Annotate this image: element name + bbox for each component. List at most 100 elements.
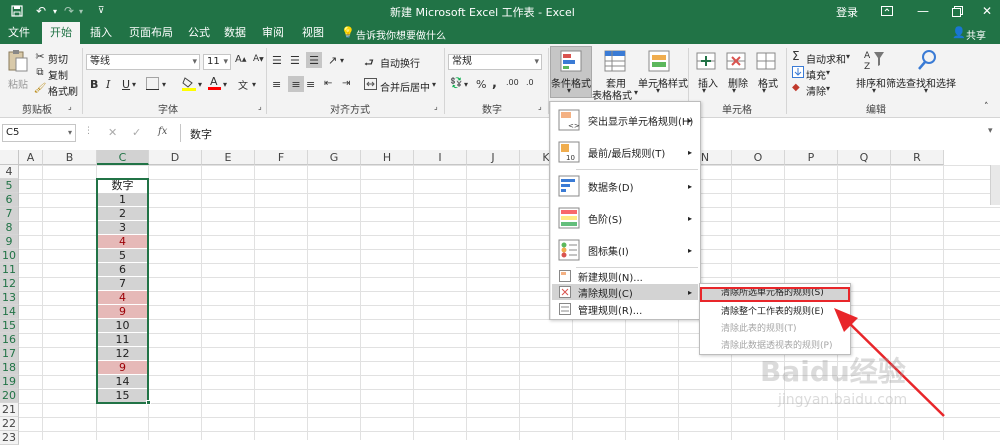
column-header-o[interactable]: O	[732, 150, 785, 165]
font-name-combo[interactable]: 等线	[86, 54, 200, 70]
customize-qat-icon[interactable]: ⊽	[92, 2, 110, 20]
confirm-entry-icon[interactable]: ✓	[132, 126, 141, 139]
row-header-17[interactable]: 17	[0, 347, 19, 361]
sort-filter-icon[interactable]: AZ	[864, 48, 886, 72]
sort-filter-button[interactable]: 排序和筛选	[856, 75, 906, 90]
borders-dropdown-icon[interactable]: ▾	[162, 80, 166, 89]
format-cells-icon[interactable]	[756, 50, 776, 72]
row-header-6[interactable]: 6	[0, 193, 19, 207]
row-header-7[interactable]: 7	[0, 207, 19, 221]
font-color-dropdown-icon[interactable]: ▾	[223, 80, 227, 89]
column-header-h[interactable]: H	[361, 150, 414, 165]
column-header-b[interactable]: B	[43, 150, 97, 165]
number-launcher-icon[interactable]: ⌟	[538, 102, 542, 111]
orientation-icon[interactable]: ↗	[328, 54, 337, 67]
top-align-icon[interactable]: ☰	[272, 54, 282, 67]
find-select-icon[interactable]	[916, 48, 938, 72]
row-header-18[interactable]: 18	[0, 361, 19, 375]
row-header-4[interactable]: 4	[0, 165, 19, 179]
insert-cells-icon[interactable]	[696, 50, 716, 72]
ribbon-display-icon[interactable]	[878, 2, 896, 20]
increase-indent-icon[interactable]: ⇥	[342, 78, 350, 89]
font-color-icon[interactable]: A	[208, 75, 221, 90]
align-right-icon[interactable]: ≡	[306, 78, 315, 91]
fill-color-dropdown-icon[interactable]: ▾	[198, 80, 202, 89]
find-select-dropdown-icon[interactable]: ▾	[924, 86, 928, 95]
phonetic-guide-icon[interactable]: 文	[238, 77, 248, 92]
column-header-g[interactable]: G	[308, 150, 361, 165]
format-as-table-label-2[interactable]: 表格格式	[592, 87, 632, 102]
insert-cells-button[interactable]: 插入	[698, 75, 718, 90]
tab-insert[interactable]: 插入	[84, 22, 118, 44]
select-all-corner[interactable]	[0, 150, 19, 165]
format-cells-button[interactable]: 格式	[758, 75, 778, 90]
clear-button[interactable]: 清除	[806, 83, 826, 98]
tab-home[interactable]: 开始	[42, 22, 80, 44]
column-header-r[interactable]: R	[891, 150, 944, 165]
tab-page-layout[interactable]: 页面布局	[124, 22, 178, 44]
fill-dropdown-icon[interactable]: ▾	[826, 68, 830, 77]
delete-cells-icon[interactable]	[726, 50, 746, 72]
menu-item-manage-rules[interactable]: 管理规则(R)...	[552, 301, 698, 317]
column-header-c[interactable]: C	[97, 150, 149, 165]
column-header-j[interactable]: J	[467, 150, 520, 165]
bold-button[interactable]: B	[90, 78, 98, 91]
row-header-5[interactable]: 5	[0, 179, 19, 193]
save-icon[interactable]	[8, 2, 26, 20]
format-as-table-icon[interactable]	[604, 50, 626, 72]
column-header-f[interactable]: F	[255, 150, 308, 165]
minimize-icon[interactable]: —	[914, 2, 932, 20]
merge-center-button[interactable]: 合并后居中	[380, 79, 430, 94]
wrap-text-button[interactable]: 自动换行	[380, 55, 420, 70]
align-center-icon[interactable]: ≡	[288, 76, 304, 92]
column-header-i[interactable]: I	[414, 150, 467, 165]
grow-font-icon[interactable]: A ▲	[235, 54, 246, 65]
formula-input[interactable]: 数字	[190, 126, 212, 142]
row-header-8[interactable]: 8	[0, 221, 19, 235]
alignment-launcher-icon[interactable]: ⌟	[434, 102, 438, 111]
paste-icon[interactable]	[6, 48, 30, 74]
insert-function-icon[interactable]: fx	[158, 126, 167, 137]
middle-align-icon[interactable]: ☰	[290, 54, 300, 67]
fill-handle[interactable]	[146, 400, 151, 405]
fill-color-icon[interactable]	[182, 76, 196, 91]
autosum-dropdown-icon[interactable]: ▾	[846, 52, 850, 61]
tab-review[interactable]: 审阅	[256, 22, 290, 44]
share-button[interactable]: 共享	[966, 27, 986, 42]
cell-styles-icon[interactable]	[648, 50, 670, 72]
restore-icon[interactable]	[948, 2, 966, 20]
shrink-font-icon[interactable]: A ▼	[253, 54, 264, 64]
decrease-decimal-icon[interactable]: .0	[526, 78, 534, 87]
column-header-d[interactable]: D	[149, 150, 202, 165]
column-header-q[interactable]: Q	[838, 150, 891, 165]
row-header-15[interactable]: 15	[0, 319, 19, 333]
expand-formula-icon[interactable]: ▾	[988, 126, 993, 136]
row-header-21[interactable]: 21	[0, 403, 19, 417]
cell-styles-dropdown-icon[interactable]: ▾	[656, 86, 660, 95]
column-header-p[interactable]: P	[785, 150, 838, 165]
format-painter-button[interactable]: 格式刷	[48, 83, 78, 98]
font-launcher-icon[interactable]: ⌟	[258, 102, 262, 111]
fill-button[interactable]: 填充	[806, 67, 826, 82]
menu-item-top-bottom-rules[interactable]: 10 最前/最后规则(T) ▸	[552, 136, 698, 168]
phonetic-dropdown-icon[interactable]: ▾	[252, 80, 256, 89]
name-box-dropdown-icon[interactable]: ▾	[68, 125, 72, 141]
menu-item-clear-rules[interactable]: 清除规则(C) ▸	[552, 284, 698, 300]
vertical-scrollbar[interactable]	[990, 165, 1000, 205]
menu-item-icon-sets[interactable]: 图标集(I) ▸	[552, 234, 698, 266]
tab-formulas[interactable]: 公式	[182, 22, 216, 44]
row-header-22[interactable]: 22	[0, 417, 19, 431]
autosum-button[interactable]: 自动求和	[806, 51, 846, 66]
copy-button[interactable]: 复制	[48, 67, 68, 82]
row-header-10[interactable]: 10	[0, 249, 19, 263]
font-size-combo[interactable]: 11	[203, 54, 231, 70]
row-header-13[interactable]: 13	[0, 291, 19, 305]
tab-data[interactable]: 数据	[218, 22, 252, 44]
accounting-dropdown-icon[interactable]: ▾	[464, 80, 468, 89]
name-box[interactable]: C5 ▾	[2, 124, 76, 142]
column-header-a[interactable]: A	[19, 150, 43, 165]
menu-item-data-bars[interactable]: 数据条(D) ▸	[552, 170, 698, 202]
bottom-align-icon[interactable]: ☰	[306, 52, 322, 68]
increase-decimal-icon[interactable]: .00	[506, 78, 519, 87]
row-header-11[interactable]: 11	[0, 263, 19, 277]
